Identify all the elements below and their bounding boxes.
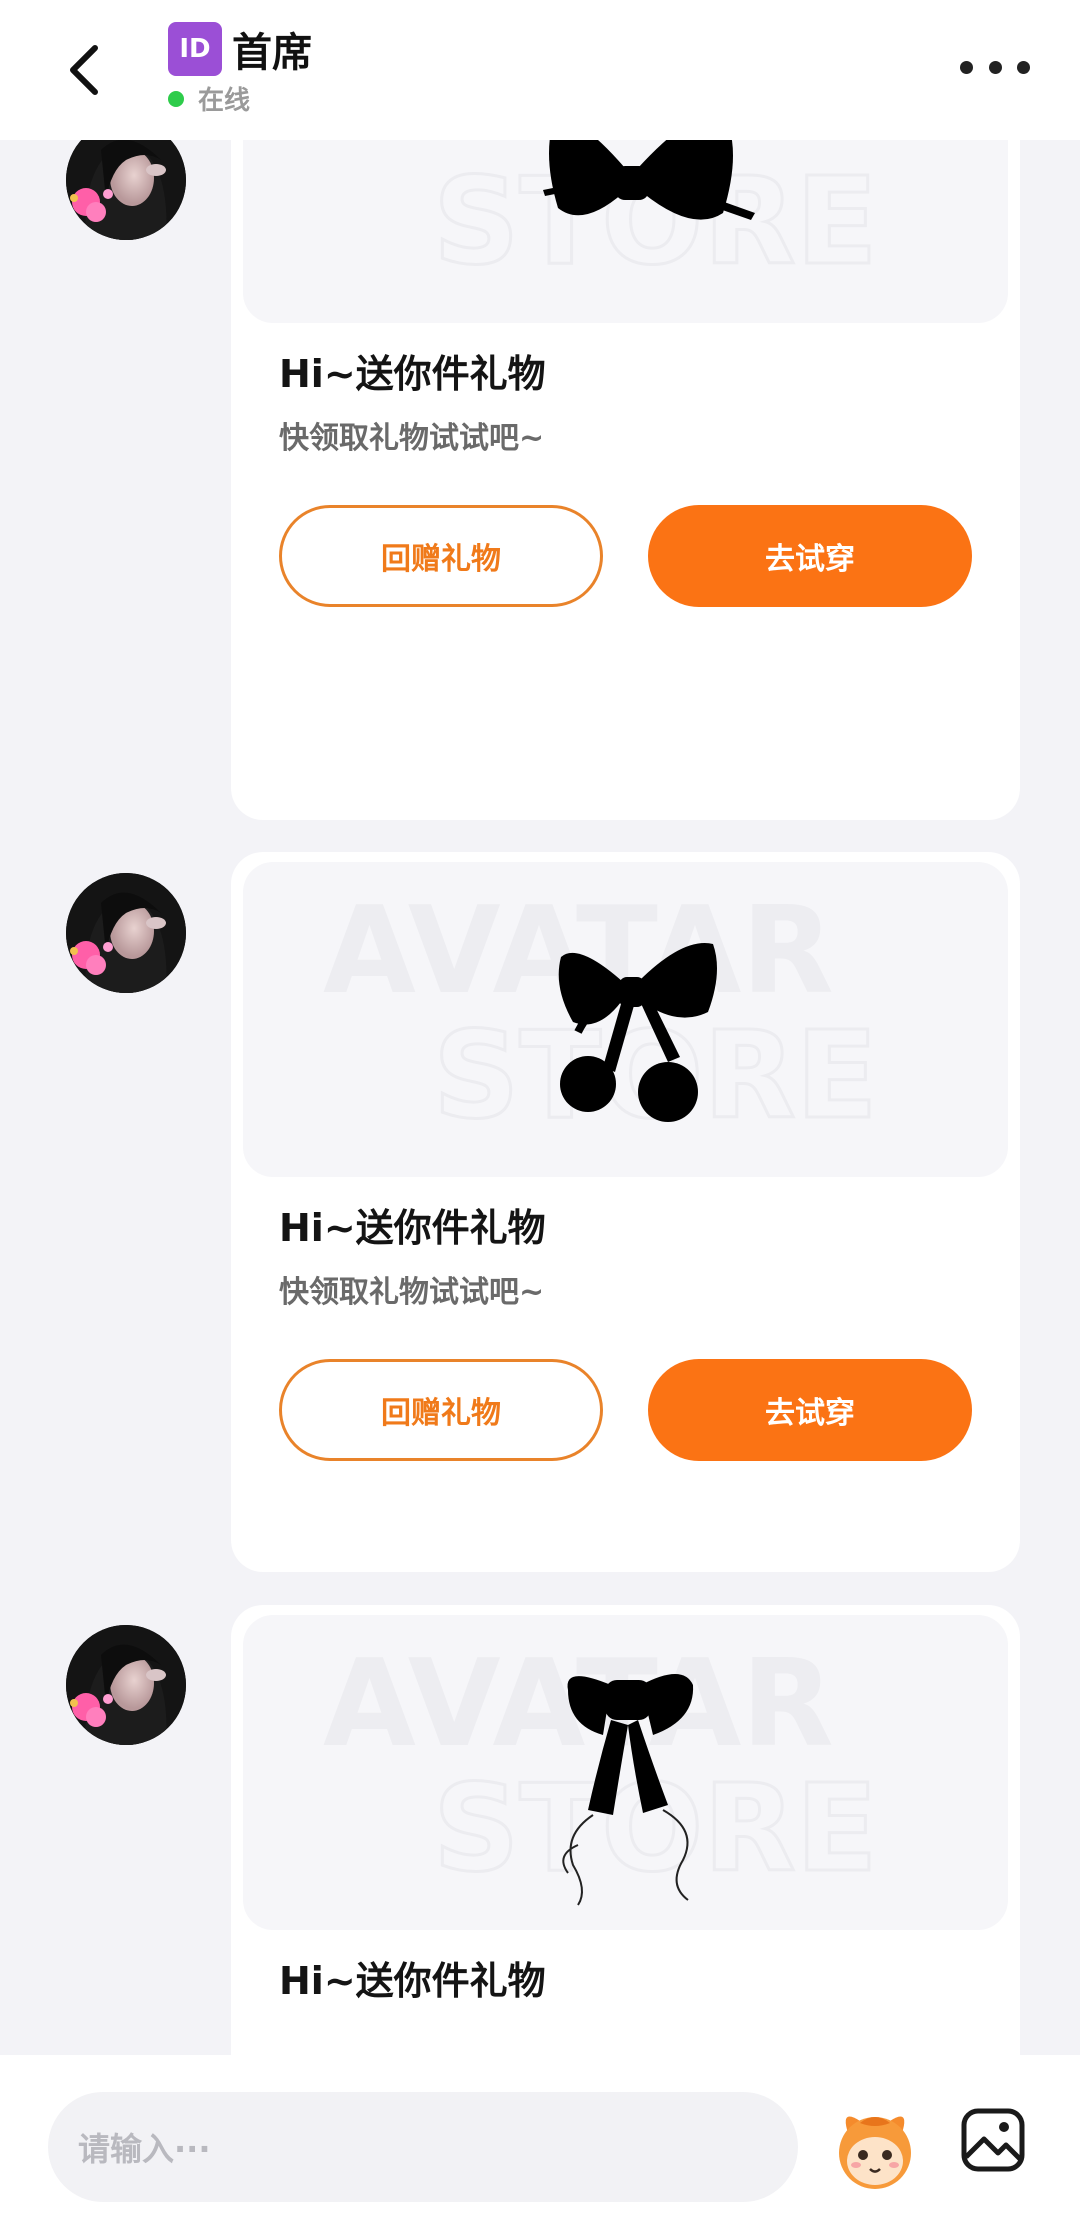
chat-header: ID 首席 在线 <box>0 0 1080 140</box>
online-dot <box>168 90 184 107</box>
gift-subtitle: 快领取礼物试试吧~ <box>279 421 545 456</box>
back-button[interactable] <box>50 30 120 110</box>
contact-name: 首席 <box>232 30 312 76</box>
gift-title: Hi~送你件礼物 <box>279 352 546 396</box>
try-on-button[interactable]: 去试穿 <box>648 505 972 607</box>
chat-title: ID 首席 <box>168 20 312 78</box>
more-options-button[interactable] <box>960 45 1030 90</box>
more-dot <box>960 61 973 74</box>
cherry-bow-icon <box>558 943 717 1122</box>
gift-back-button[interactable]: 回赠礼物 <box>279 505 603 607</box>
id-badge: ID <box>168 22 222 76</box>
mascot-emoji-icon[interactable] <box>830 2103 920 2193</box>
online-status: 在线 <box>168 80 250 117</box>
image-icon[interactable] <box>960 2107 1026 2173</box>
gift-image: AVATAR STORE <box>243 1615 1008 1930</box>
gift-card: AVATAR STORE Hi~送你件礼物 <box>231 1605 1020 2105</box>
gift-subtitle: 快领取礼物试试吧~ <box>279 1275 545 1310</box>
ribbon-bow-icon <box>562 1674 694 1906</box>
avatar[interactable] <box>66 1625 186 1745</box>
gift-image: AVATAR STORE <box>243 862 1008 1177</box>
gift-card: AVATAR STORE Hi~送你件礼物 快领取礼物试试吧~ 回赠礼物 去试穿 <box>231 852 1020 1572</box>
more-dot <box>1017 61 1030 74</box>
gift-title: Hi~送你件礼物 <box>279 1959 546 2003</box>
message-input[interactable]: 请输入··· <box>48 2092 798 2202</box>
more-dot <box>988 61 1002 74</box>
input-bar: 请输入··· <box>0 2055 1080 2230</box>
gift-back-button[interactable]: 回赠礼物 <box>279 1359 603 1461</box>
try-on-button[interactable]: 去试穿 <box>648 1359 972 1461</box>
avatar[interactable] <box>66 873 186 993</box>
gift-title: Hi~送你件礼物 <box>279 1206 546 1250</box>
status-text: 在线 <box>198 86 251 116</box>
chevron-left-icon <box>70 45 98 95</box>
